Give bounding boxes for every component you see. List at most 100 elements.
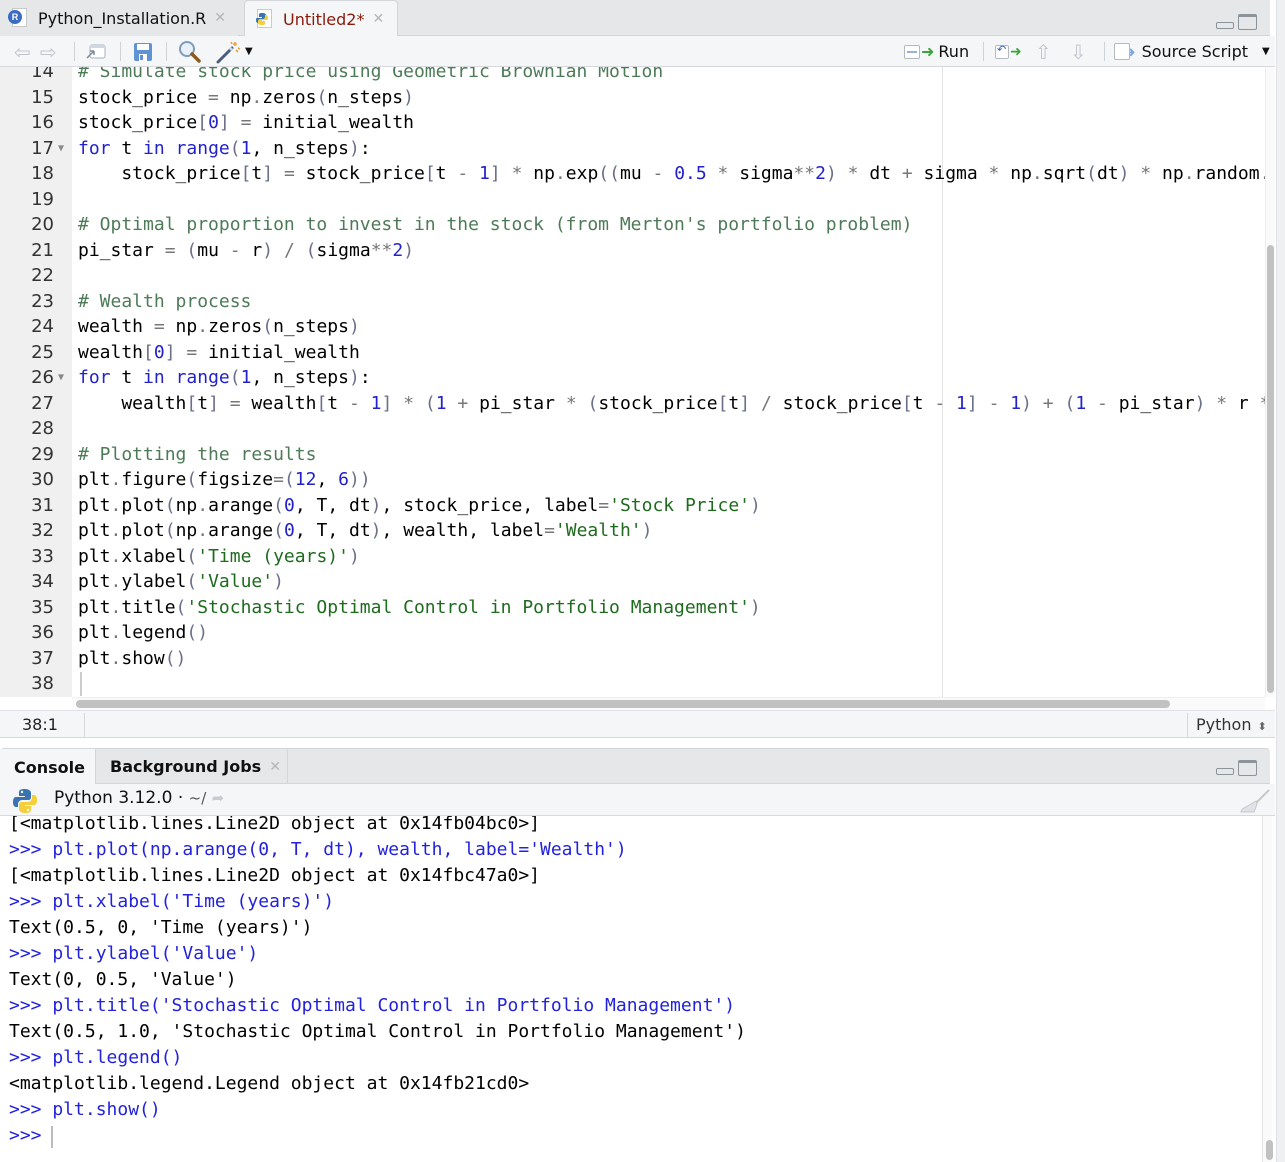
code-line[interactable]: 29 # Plotting the results: [0, 442, 1265, 468]
text-cursor: [80, 672, 82, 696]
code-line[interactable]: 34 plt.ylabel('Value'): [0, 569, 1265, 595]
console-output-line: Text(0.5, 1.0, 'Stochastic Optimal Contr…: [9, 1021, 746, 1042]
fold-toggle-icon[interactable]: ▼: [58, 365, 64, 391]
find-replace-button[interactable]: [178, 36, 202, 67]
code-text: plt.title('Stochastic Optimal Control in…: [78, 596, 761, 618]
console-input-line: >>>: [9, 1125, 53, 1146]
python-logo-icon: [13, 789, 37, 813]
console-input-line: >>> plt.show(): [9, 1099, 161, 1120]
console-output-line: Text(0, 0.5, 'Value'): [9, 969, 237, 990]
source-icon: [1114, 43, 1130, 60]
line-number: 15: [31, 86, 54, 108]
code-line[interactable]: 38: [0, 671, 1265, 697]
go-to-next-section-button[interactable]: ⇩: [1070, 36, 1087, 67]
code-line[interactable]: 36 plt.legend(): [0, 620, 1265, 646]
code-line[interactable]: 28: [0, 416, 1265, 442]
console-output[interactable]: [<matplotlib.lines.Line2D object at 0x14…: [0, 816, 1265, 1162]
code-text: plt.show(): [78, 647, 187, 669]
line-number: 27: [31, 392, 54, 414]
line-number: 18: [31, 163, 54, 184]
source-options-dropdown[interactable]: ▼: [1262, 36, 1270, 67]
tab-console[interactable]: Console: [0, 749, 96, 785]
save-button[interactable]: [133, 36, 153, 67]
editor-horizontal-scroll-thumb[interactable]: [76, 700, 1170, 708]
interpreter-info: Python 3.12.0 · ~/ ➦: [54, 788, 225, 808]
source-script-label: Source Script: [1141, 42, 1249, 61]
code-line[interactable]: 32 plt.plot(np.arange(0, T, dt), wealth, …: [0, 518, 1265, 544]
console-vertical-scrollbar[interactable]: [1262, 816, 1272, 1162]
line-number: 16: [31, 112, 54, 133]
code-line[interactable]: 17 ▼ for t in range(1, n_steps):: [0, 136, 1265, 162]
code-line[interactable]: 21 pi_star = (mu - r) / (sigma**2): [0, 238, 1265, 264]
tab-python-installation-r[interactable]: R Python_Installation.R ✕: [0, 0, 238, 36]
search-icon: [179, 40, 201, 63]
line-number: 24: [31, 316, 54, 337]
code-line[interactable]: 22: [0, 263, 1265, 289]
line-number: 30: [31, 469, 54, 490]
go-to-directory-icon[interactable]: ➦: [212, 789, 225, 807]
line-number: 33: [31, 545, 54, 567]
close-icon[interactable]: ✕: [269, 759, 281, 775]
code-line[interactable]: 27 wealth[t] = wealth[t - 1] * (1 + pi_s…: [0, 391, 1270, 417]
code-line[interactable]: 33 plt.xlabel('Time (years)'): [0, 544, 1265, 570]
code-line[interactable]: 31 plt.plot(np.arange(0, T, dt), stock_pr…: [0, 493, 1265, 519]
go-to-previous-section-button[interactable]: ⇧: [1035, 36, 1052, 67]
tab-label: Console: [14, 757, 85, 777]
console-input-line: >>> plt.xlabel('Time (years)'): [9, 891, 335, 912]
code-line[interactable]: 15 stock_price = np.zeros(n_steps): [0, 85, 1265, 111]
code-line[interactable]: 26 ▼ for t in range(1, n_steps):: [0, 365, 1265, 391]
code-line[interactable]: 18 stock_price[t] = stock_price[t - 1] *…: [0, 161, 1270, 187]
line-number: 20: [31, 214, 54, 235]
close-icon[interactable]: ✕: [372, 11, 384, 27]
arrow-down-icon: ⇩: [1070, 39, 1087, 64]
editor-toolbar: ⇦ ⇨ ▼ ➜ Run ↶ ➜ ⇧ ⇩ ➜ Source Script ▼: [0, 36, 1275, 67]
code-text: # Optimal proportion to invest in the st…: [78, 214, 913, 235]
forward-button[interactable]: ⇨: [40, 36, 57, 67]
code-line[interactable]: 23 # Wealth process: [0, 289, 1265, 315]
code-line[interactable]: 19: [0, 187, 1265, 213]
code-editor[interactable]: 14 # Simulate stock price using Geometric…: [0, 67, 1275, 697]
clear-console-icon[interactable]: [1238, 788, 1272, 814]
window-right-edge: [1276, 0, 1285, 1162]
minimize-pane-icon[interactable]: [1216, 22, 1234, 29]
back-button[interactable]: ⇦: [14, 36, 31, 67]
code-text: pi_star = (mu - r) / (sigma**2): [78, 239, 415, 261]
code-text: plt.xlabel('Time (years)'): [78, 545, 360, 567]
rerun-button[interactable]: ↶ ➜: [995, 36, 1022, 67]
source-script-button[interactable]: ➜ Source Script: [1114, 36, 1248, 67]
code-line[interactable]: 35 plt.title('Stochastic Optimal Control …: [0, 595, 1265, 621]
code-text: wealth[t] = wealth[t - 1] * (1 + pi_star…: [78, 392, 1270, 414]
language-selector[interactable]: Python ⬍: [1196, 715, 1267, 734]
code-line[interactable]: 24 wealth = np.zeros(n_steps): [0, 314, 1265, 340]
console-vertical-scroll-thumb[interactable]: [1266, 1140, 1273, 1160]
editor-vertical-scroll-thumb[interactable]: [1267, 245, 1274, 693]
line-number: 14: [31, 67, 54, 82]
maximize-pane-icon[interactable]: [1238, 14, 1257, 30]
editor-status-bar: 38:1 Python ⬍: [0, 710, 1275, 738]
console-cursor: [51, 1126, 53, 1148]
show-in-new-window-button[interactable]: [84, 36, 108, 67]
line-number: 32: [31, 520, 54, 541]
chevron-down-icon: ▼: [1262, 46, 1270, 57]
code-line[interactable]: 37 plt.show(): [0, 646, 1265, 672]
code-text: for t in range(1, n_steps):: [78, 137, 371, 159]
code-text: # Simulate stock price using Geometric B…: [78, 67, 664, 82]
code-text: plt.figure(figsize=(12, 6)): [78, 469, 371, 490]
maximize-pane-icon[interactable]: [1238, 760, 1257, 776]
minimize-pane-icon[interactable]: [1216, 768, 1234, 775]
tab-untitled2[interactable]: Untitled2* ✕: [244, 0, 398, 37]
fold-toggle-icon[interactable]: ▼: [58, 136, 64, 162]
tab-background-jobs[interactable]: Background Jobs ✕: [96, 749, 288, 784]
close-icon[interactable]: ✕: [214, 10, 226, 26]
run-button[interactable]: ➜ Run: [904, 36, 969, 67]
line-number: 22: [31, 265, 54, 286]
code-line[interactable]: 30 plt.figure(figsize=(12, 6)): [0, 467, 1265, 493]
code-line[interactable]: 14 # Simulate stock price using Geometric…: [0, 67, 1265, 85]
code-line[interactable]: 25 wealth[0] = initial_wealth: [0, 340, 1265, 366]
code-tools-button[interactable]: ▼: [215, 36, 253, 67]
line-number: 17: [31, 137, 54, 159]
code-line[interactable]: 16 stock_price[0] = initial_wealth: [0, 110, 1265, 136]
cursor-position[interactable]: 38:1: [22, 715, 58, 734]
line-number: 31: [31, 494, 54, 516]
code-line[interactable]: 20 # Optimal proportion to invest in the …: [0, 212, 1265, 238]
